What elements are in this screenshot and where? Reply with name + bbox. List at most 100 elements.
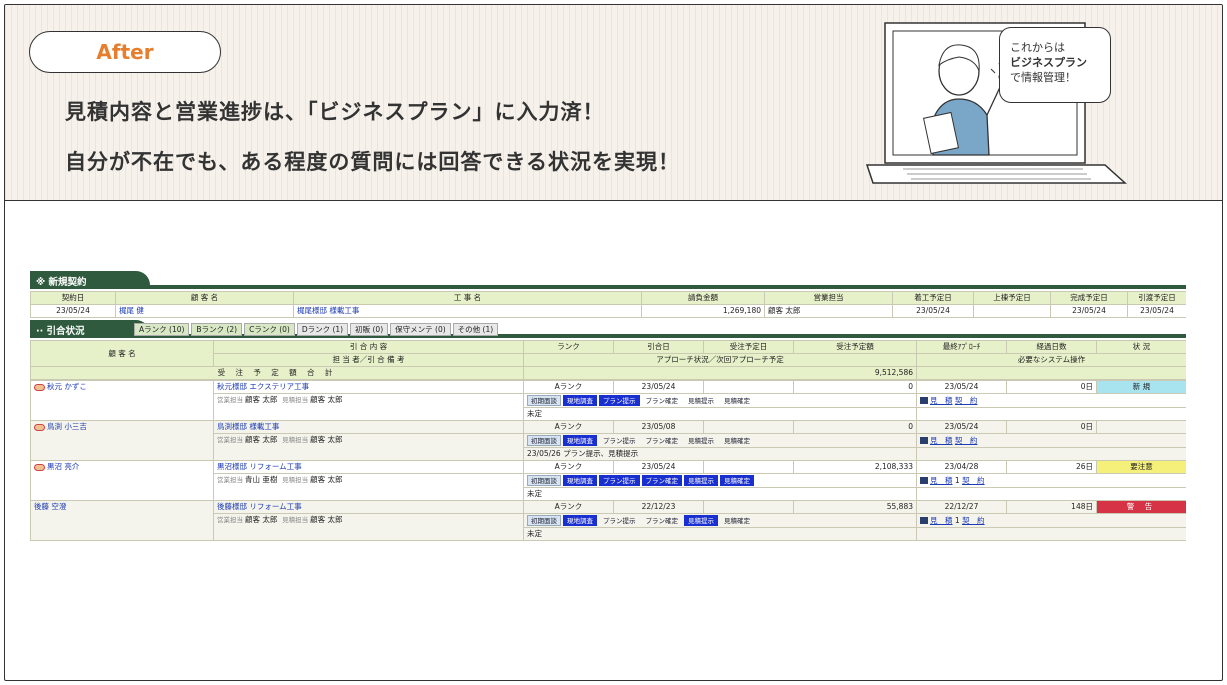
- order-amount-cell: 55,883: [793, 500, 917, 514]
- step-chip[interactable]: 初期面談: [527, 435, 561, 446]
- status-badge: 要注意: [1096, 460, 1186, 474]
- inquiry-row: 秋元 かずこ 秋元様邸 エクステリア工事 Aランク 23/05/24 0 23/05/24…: [30, 380, 1186, 421]
- project-link[interactable]: 黒沼様邸 リフォーム工事: [213, 460, 524, 474]
- step-chips: 初期面談 現地調査 プラン提示 プラン確定 見積提示 見積確定: [527, 395, 913, 406]
- order-amount-cell: 0: [793, 420, 917, 434]
- document-icon[interactable]: [920, 477, 928, 484]
- tab-other[interactable]: その他 (1): [452, 323, 499, 336]
- project-link[interactable]: 梶尾様邸 様載工事: [293, 304, 642, 318]
- step-chip[interactable]: プラン提示: [599, 475, 640, 486]
- step-chip[interactable]: 見積提示: [684, 475, 718, 486]
- step-chip[interactable]: 見積提示: [684, 395, 718, 406]
- step-chip[interactable]: プラン提示: [599, 395, 640, 406]
- contract-link[interactable]: 契 約: [962, 516, 985, 525]
- estimate-link[interactable]: 見 積: [930, 396, 953, 405]
- note-filler: [916, 407, 1186, 421]
- required-ops: 見 積 1 契 約: [916, 473, 1186, 488]
- start-date: 23/05/24: [892, 304, 974, 318]
- step-chip[interactable]: 現地調査: [563, 515, 597, 526]
- est-name: 顧客 太郎: [310, 395, 343, 404]
- col-elapsed: 経過日数: [1006, 340, 1097, 354]
- note-filler: [916, 487, 1186, 501]
- last-approach-cell: 23/05/24: [916, 380, 1007, 394]
- document-icon[interactable]: [920, 437, 928, 444]
- step-chip[interactable]: プラン提示: [599, 515, 640, 526]
- estimate-link[interactable]: 見 積: [930, 476, 953, 485]
- speech-bubble: これからは ビジネスプラン で情報管理！: [999, 27, 1111, 103]
- contract-link[interactable]: 契 約: [955, 436, 978, 445]
- headline-1: 見積内容と営業進捗は、「ビジネスプラン」に入力済！: [65, 100, 605, 124]
- chat-bubble-icon[interactable]: [34, 463, 45, 471]
- new-contract-title: ※ 新規契約: [30, 271, 150, 288]
- step-chip[interactable]: 見積提示: [684, 515, 718, 526]
- rank-tabs: Aランク (10) Bランク (2) Cランク (0) Dランク (1) 初販 …: [134, 323, 499, 336]
- col-status: 状 況: [1096, 340, 1186, 354]
- rep-cell: 営業担当 顧客 太郎 見積担当 顧客 太郎: [213, 513, 524, 541]
- project-link[interactable]: 鳥渕様邸 様載工事: [213, 420, 524, 434]
- step-chip[interactable]: 見積確定: [720, 515, 754, 526]
- tab-rank-c[interactable]: Cランク (0): [244, 323, 295, 336]
- step-chip[interactable]: 現地調査: [563, 475, 597, 486]
- tab-first-sale[interactable]: 初販 (0): [350, 323, 389, 336]
- new-contract-header: ※ 新規契約: [30, 271, 1186, 289]
- inquiry-title: ·· 引合状況: [30, 320, 150, 337]
- document-icon[interactable]: [920, 397, 928, 404]
- new-contract-table: 契約日 顧 客 名 工 事 名 請負金額 営業担当 着工予定日 上棟予定日 完成…: [30, 291, 1186, 318]
- step-chip[interactable]: 見積提示: [684, 435, 718, 446]
- inquiry-date-cell: 23/05/08: [613, 420, 704, 434]
- step-chip[interactable]: プラン提示: [599, 435, 640, 446]
- est-tag: 見積担当: [282, 516, 309, 524]
- elapsed-cell: 0日: [1006, 420, 1097, 434]
- chat-bubble-icon[interactable]: [34, 423, 45, 431]
- step-chip[interactable]: プラン確定: [641, 475, 682, 486]
- project-link[interactable]: 後藤様邸 リフォーム工事: [213, 500, 524, 514]
- elapsed-cell: 148日: [1006, 500, 1097, 514]
- step-chip[interactable]: 見積確定: [720, 395, 754, 406]
- tab-rank-d[interactable]: Dランク (1): [296, 323, 349, 336]
- customer-link[interactable]: 梶尾 健: [115, 304, 294, 318]
- customer-link[interactable]: 鳥渕 小三吉: [47, 422, 87, 431]
- step-chip[interactable]: プラン確定: [642, 395, 683, 406]
- required-ops: 見 積 契 約: [916, 393, 1186, 408]
- document-icon[interactable]: [920, 517, 928, 524]
- project-link[interactable]: 秋元様邸 エクステリア工事: [213, 380, 524, 394]
- step-chip[interactable]: プラン確定: [642, 515, 683, 526]
- step-chip[interactable]: 初期面談: [527, 395, 561, 406]
- step-chip[interactable]: 見積確定: [720, 475, 754, 486]
- sales-rep: 顧客 太郎: [764, 304, 893, 318]
- inquiry-table: 顧 客 名 引 合 内 容 ランク 引合日 受注予定日 受注予定額 最終ｱﾌﾟﾛ…: [30, 340, 1186, 380]
- step-chip[interactable]: 現地調査: [563, 395, 597, 406]
- contract-amount: 1,269,180: [641, 304, 765, 318]
- estimate-link[interactable]: 見 積: [930, 516, 953, 525]
- step-chip[interactable]: 初期面談: [527, 475, 561, 486]
- contract-link[interactable]: 契 約: [955, 396, 978, 405]
- after-banner: After 見積内容と営業進捗は、「ビジネスプラン」に入力済！ 自分が不在でも、…: [5, 5, 1222, 201]
- step-chip[interactable]: 初期面談: [527, 515, 561, 526]
- new-contract-header-row: 契約日 顧 客 名 工 事 名 請負金額 営業担当 着工予定日 上棟予定日 完成…: [30, 291, 1186, 305]
- col-inquiry-content: 引 合 内 容: [213, 340, 524, 354]
- contract-link[interactable]: 契 約: [962, 476, 985, 485]
- approach-steps: 初期面談 現地調査 プラン提示 プラン確定 見積提示 見積確定: [523, 393, 917, 408]
- col-sales-rep: 営業担当: [764, 291, 893, 305]
- chat-bubble-icon[interactable]: [34, 383, 45, 391]
- order-due-cell: [703, 500, 794, 514]
- tab-rank-b[interactable]: Bランク (2): [191, 323, 243, 336]
- customer-link[interactable]: 黒沼 亮介: [47, 462, 79, 471]
- rank-cell: Aランク: [523, 500, 614, 514]
- inquiry-date-cell: 23/05/24: [613, 460, 704, 474]
- customer-link[interactable]: 秋元 かずこ: [47, 382, 87, 391]
- customer-link[interactable]: 後藤 空澄: [34, 502, 66, 511]
- estimate-link[interactable]: 見 積: [930, 436, 953, 445]
- step-chip[interactable]: 見積確定: [720, 435, 754, 446]
- col-contract-date: 契約日: [30, 291, 116, 305]
- inquiry-header-row-1: 顧 客 名 引 合 内 容 ランク 引合日 受注予定日 受注予定額 最終ｱﾌﾟﾛ…: [30, 340, 1186, 367]
- sales-name: 顧客 太郎: [245, 515, 278, 524]
- new-contract-title-text: 新規契約: [48, 277, 87, 288]
- tab-rank-a[interactable]: Aランク (10): [134, 323, 190, 336]
- tab-maintenance[interactable]: 保守メンテ (0): [390, 323, 451, 336]
- note-filler: [916, 527, 1186, 541]
- col-inquiry-date: 引合日: [613, 340, 704, 354]
- order-amount-cell: 0: [793, 380, 917, 394]
- step-chip[interactable]: プラン確定: [642, 435, 683, 446]
- step-chip[interactable]: 現地調査: [563, 435, 597, 446]
